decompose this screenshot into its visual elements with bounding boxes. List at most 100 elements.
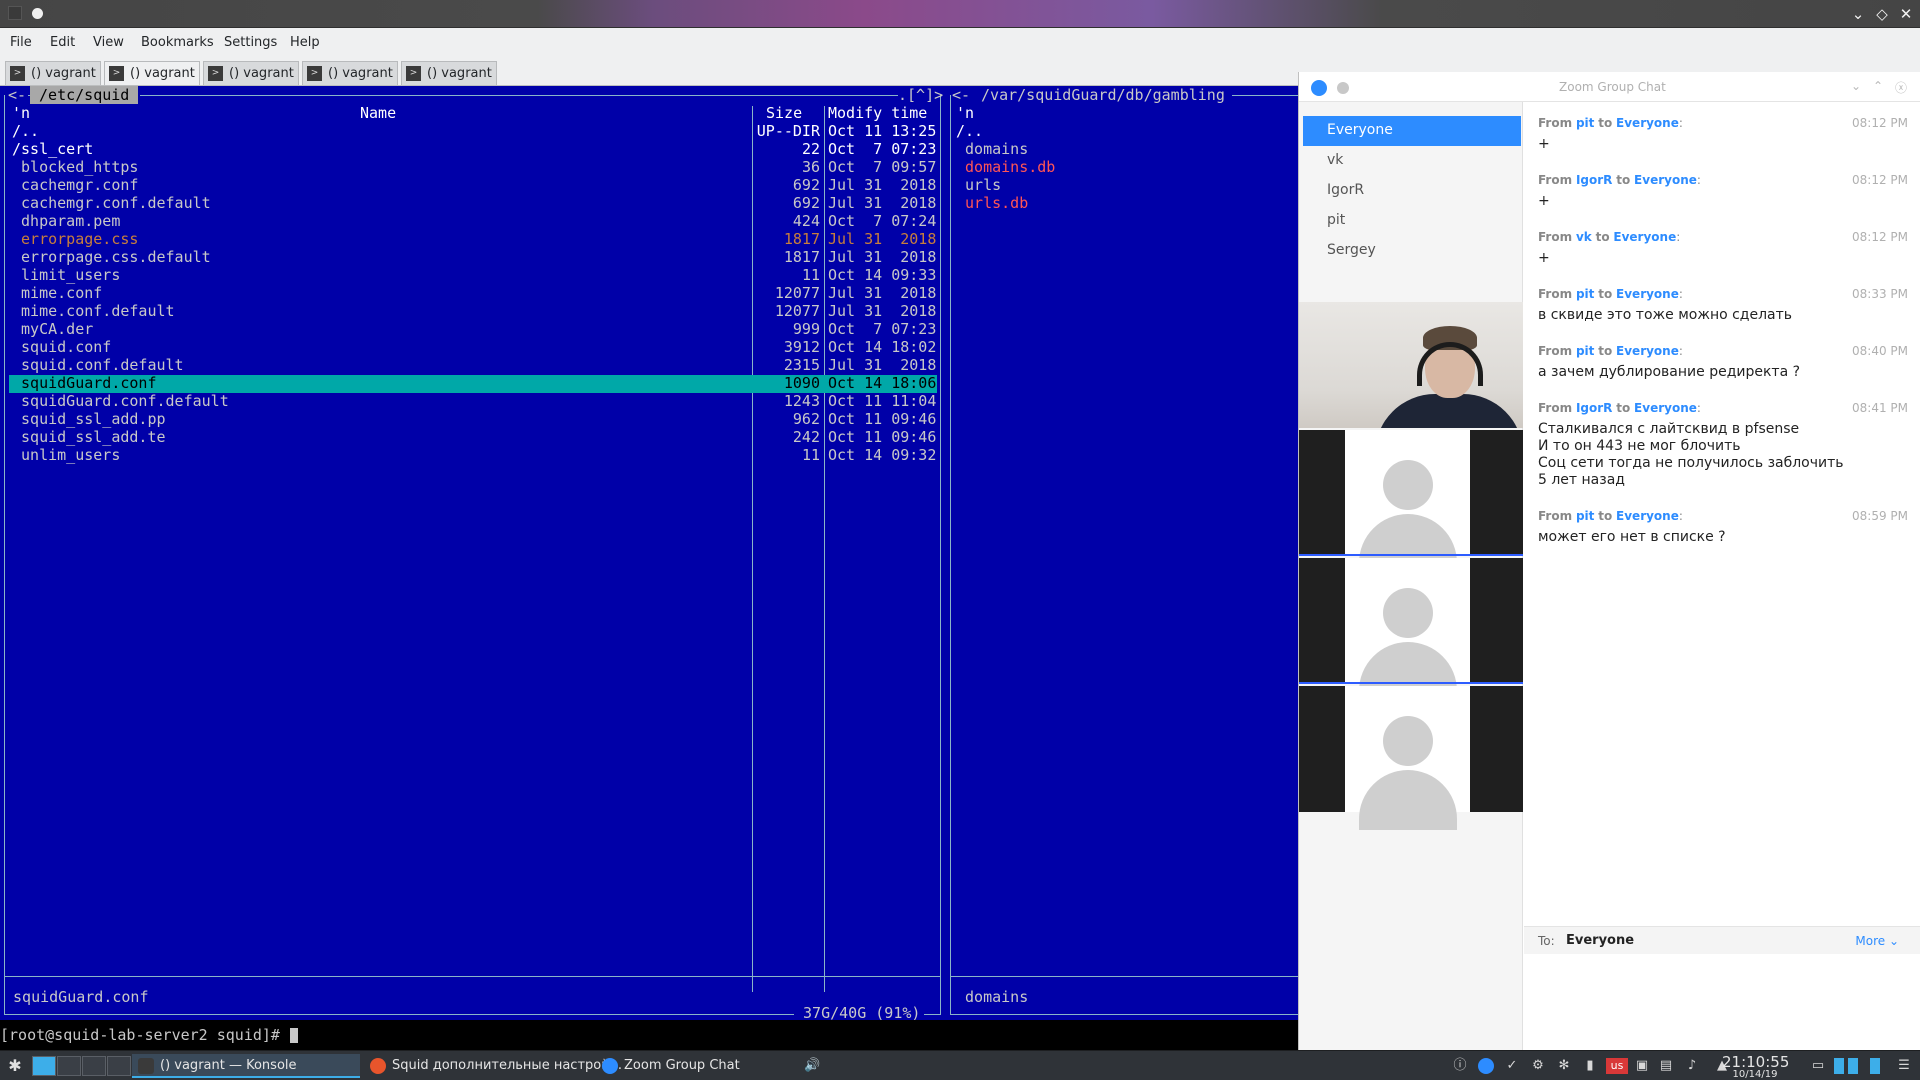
file-name[interactable]: squid.conf.default [12, 356, 184, 374]
message-sender[interactable]: pit [1576, 344, 1594, 358]
konsole-app-icon[interactable] [8, 6, 22, 20]
menu-view[interactable]: View [93, 35, 124, 50]
file-size[interactable]: 2315 [784, 356, 820, 374]
file-mtime[interactable]: Oct 14 09:33 [828, 266, 936, 284]
menu-bookmarks[interactable]: Bookmarks [141, 35, 214, 50]
clipboard-icon[interactable]: ▤ [1658, 1058, 1674, 1074]
file-size[interactable]: 692 [793, 176, 820, 194]
chevron-down-icon[interactable]: ⌄ [1851, 79, 1861, 93]
task-browser[interactable]: Squid дополнительные настрой... [364, 1054, 622, 1078]
info-icon[interactable]: ⓘ [1452, 1058, 1468, 1074]
file-name[interactable]: mime.conf.default [12, 302, 175, 320]
lock-icon[interactable]: ▣ [1634, 1058, 1650, 1074]
pager-desktop-1[interactable] [32, 1056, 56, 1076]
message-recipient[interactable]: Everyone [1616, 116, 1679, 130]
file-name[interactable]: limit_users [12, 266, 120, 284]
tab-1[interactable]: > () vagrant [5, 61, 101, 85]
column-header-name[interactable]: Name [360, 104, 396, 122]
file-size[interactable]: 12077 [775, 302, 820, 320]
file-size[interactable]: 3912 [784, 338, 820, 356]
clock[interactable]: 21:10:55 10/14/19 [1722, 1053, 1789, 1080]
message-sender[interactable]: pit [1576, 116, 1594, 130]
participant-sergey[interactable]: Sergey [1303, 236, 1521, 266]
right-panel-path[interactable]: /var/squidGuard/db/gambling [972, 86, 1234, 104]
tab-4[interactable]: > () vagrant [302, 61, 398, 85]
file-name[interactable]: dhparam.pem [12, 212, 120, 230]
message-recipient[interactable]: Everyone [1616, 344, 1679, 358]
file-size[interactable]: 36 [802, 158, 820, 176]
bluetooth-icon[interactable]: ✻ [1556, 1058, 1572, 1074]
sort-indicator[interactable]: 'n [12, 104, 30, 122]
participant-pit[interactable]: pit [1303, 206, 1521, 236]
participant-vk[interactable]: vk [1303, 146, 1521, 176]
more-button[interactable]: More ⌄ [1855, 934, 1899, 948]
file-name[interactable]: squid_ssl_add.te [12, 428, 166, 446]
participant-everyone[interactable]: Everyone [1303, 116, 1521, 146]
file-size[interactable]: 999 [793, 320, 820, 338]
tab-5[interactable]: > () vagrant [401, 61, 497, 85]
sort-indicator[interactable]: 'n [956, 104, 974, 122]
file-mtime[interactable]: Oct 14 09:32 [828, 446, 936, 464]
pager-desktop-4[interactable] [107, 1056, 131, 1076]
tab-2[interactable]: > () vagrant [104, 61, 200, 85]
usb-icon[interactable]: ▮ [1582, 1058, 1598, 1074]
column-header-size[interactable]: Size [766, 104, 802, 122]
recipient-value[interactable]: Everyone [1566, 933, 1634, 948]
file-mtime[interactable]: Jul 31 2018 [828, 230, 936, 248]
file-mtime[interactable]: Jul 31 2018 [828, 302, 936, 320]
file-size[interactable]: 1090 [784, 374, 820, 392]
file-mtime[interactable]: Oct 7 07:23 [828, 320, 936, 338]
file-size[interactable]: 1817 [784, 230, 820, 248]
file-name[interactable]: /ssl_cert [12, 140, 93, 158]
maximize-button[interactable]: ◇ [1872, 4, 1892, 24]
file-name[interactable]: errorpage.css [12, 230, 138, 248]
file-name[interactable]: domains [956, 140, 1028, 158]
menu-edit[interactable]: Edit [50, 35, 75, 50]
file-size[interactable]: 424 [793, 212, 820, 230]
zoom-tray-icon[interactable] [1478, 1058, 1494, 1074]
message-recipient[interactable]: Everyone [1634, 401, 1697, 415]
keyboard-layout-indicator[interactable]: us [1606, 1058, 1628, 1074]
file-name[interactable]: squidGuard.conf.default [12, 392, 229, 410]
file-size[interactable]: 1243 [784, 392, 820, 410]
message-recipient[interactable]: Everyone [1616, 287, 1679, 301]
message-recipient[interactable]: Everyone [1634, 173, 1697, 187]
file-size[interactable]: UP--DIR [757, 122, 820, 140]
menu-icon[interactable]: ☰ [1896, 1058, 1912, 1074]
file-name[interactable]: squid.conf [12, 338, 111, 356]
pager-desktop-3[interactable] [82, 1056, 106, 1076]
pager-desktop-2[interactable] [57, 1056, 81, 1076]
terminal-area[interactable]: <- /etc/squid .[^]> 'n Name Size Modify … [0, 86, 1298, 1050]
file-mtime[interactable]: Oct 11 09:46 [828, 428, 936, 446]
file-name[interactable]: urls [956, 176, 1001, 194]
file-mtime[interactable]: Oct 11 13:25 [828, 122, 936, 140]
tab-3[interactable]: > () vagrant [203, 61, 299, 85]
file-name[interactable]: errorpage.css.default [12, 248, 211, 266]
file-mtime[interactable]: Oct 7 07:24 [828, 212, 936, 230]
task-konsole[interactable]: () vagrant — Konsole [132, 1054, 360, 1078]
message-sender[interactable]: IgorR [1576, 401, 1612, 415]
file-name[interactable]: domains.db [956, 158, 1055, 176]
file-size[interactable]: 11 [802, 446, 820, 464]
settings-icon[interactable]: ⚙ [1530, 1058, 1546, 1074]
file-mtime[interactable]: Jul 31 2018 [828, 284, 936, 302]
menu-file[interactable]: File [10, 35, 32, 50]
activity-bar-icon[interactable] [1834, 1058, 1844, 1074]
file-name[interactable]: mime.conf [12, 284, 102, 302]
file-mtime[interactable]: Oct 7 07:23 [828, 140, 936, 158]
file-name[interactable]: /.. [12, 122, 39, 140]
column-header-mtime[interactable]: Modify time [828, 104, 927, 122]
message-sender[interactable]: pit [1576, 509, 1594, 523]
file-name[interactable]: blocked_https [12, 158, 138, 176]
file-mtime[interactable]: Oct 11 11:04 [828, 392, 936, 410]
file-name[interactable]: squid_ssl_add.pp [12, 410, 166, 428]
file-size[interactable]: 242 [793, 428, 820, 446]
file-size[interactable]: 692 [793, 194, 820, 212]
audio-icon[interactable]: 🔊 [804, 1058, 820, 1074]
file-name[interactable]: unlim_users [12, 446, 120, 464]
menu-settings[interactable]: Settings [224, 35, 277, 50]
file-size[interactable]: 962 [793, 410, 820, 428]
video-tile-avatar[interactable] [1299, 558, 1523, 702]
minimize-button[interactable]: ⌄ [1848, 4, 1868, 24]
left-panel-path[interactable]: /etc/squid [30, 86, 139, 104]
